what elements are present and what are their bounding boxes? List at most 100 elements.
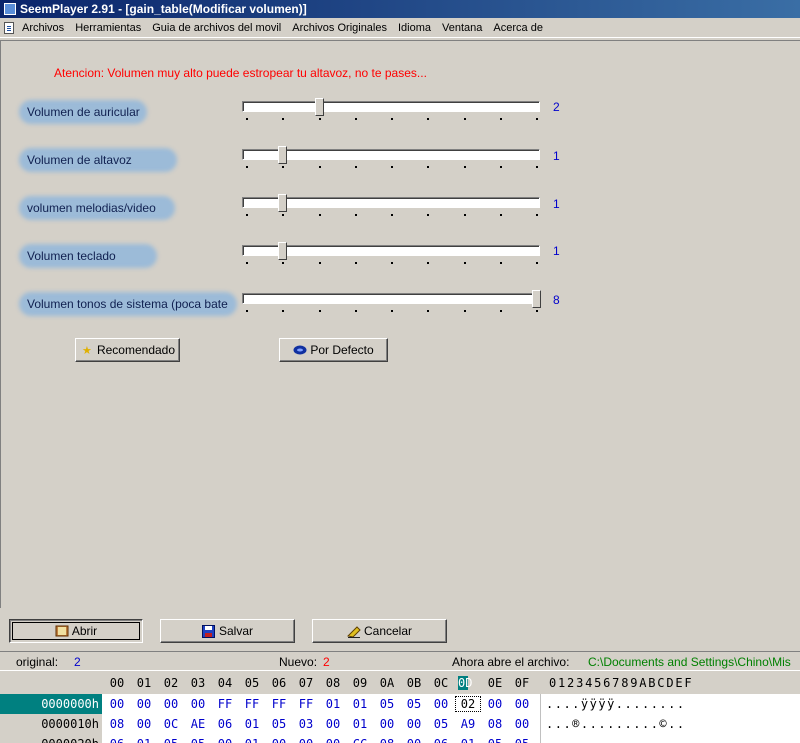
slider-melodias[interactable] xyxy=(242,194,542,218)
hex-byte[interactable]: 03 xyxy=(294,717,318,731)
menu-herramientas[interactable]: Herramientas xyxy=(75,22,141,34)
hex-byte[interactable]: FF xyxy=(213,697,237,711)
recomendado-button[interactable]: ★ Recomendado xyxy=(75,338,180,362)
hex-byte[interactable]: 05 xyxy=(483,737,507,743)
por-defecto-button[interactable]: Por Defecto xyxy=(279,338,388,362)
hex-byte[interactable]: 00 xyxy=(321,737,345,743)
hex-byte[interactable]: 00 xyxy=(402,737,426,743)
hex-column-header: 0D xyxy=(458,676,473,690)
slider-tonos-sistema[interactable] xyxy=(242,290,542,314)
hex-byte[interactable]: FF xyxy=(267,697,291,711)
menu-archivos[interactable]: Archivos xyxy=(22,22,64,34)
hex-byte[interactable]: 01 xyxy=(240,717,264,731)
hex-byte[interactable]: 02 xyxy=(455,696,481,712)
slider-tick xyxy=(246,310,248,312)
slider-tick xyxy=(354,262,357,264)
hex-ascii: ...®.........©.. xyxy=(546,717,686,731)
hex-byte[interactable]: 01 xyxy=(456,737,480,743)
hex-byte[interactable]: 01 xyxy=(240,737,264,743)
hex-column-header: 04 xyxy=(217,676,233,690)
slider-thumb[interactable] xyxy=(314,98,324,116)
hex-byte[interactable]: 01 xyxy=(132,737,156,743)
slider-thumb[interactable] xyxy=(278,194,288,212)
hex-byte[interactable]: 00 xyxy=(132,697,156,711)
slider-thumb[interactable] xyxy=(532,290,541,308)
hex-byte[interactable]: 06 xyxy=(213,717,237,731)
window-title: SeemPlayer 2.91 - [gain_table(Modificar … xyxy=(20,2,307,16)
hex-byte[interactable]: 00 xyxy=(294,737,318,743)
hex-byte[interactable]: 01 xyxy=(348,697,372,711)
slider-label-auricular: Volumen de auricular xyxy=(19,100,239,124)
hex-byte[interactable]: 05 xyxy=(510,737,534,743)
hex-byte[interactable]: 00 xyxy=(510,697,534,711)
slider-thumb[interactable] xyxy=(278,146,288,164)
slider-thumb[interactable] xyxy=(278,242,288,260)
hex-byte[interactable]: 08 xyxy=(483,717,507,731)
menu-guia-archivos[interactable]: Guia de archivos del movil xyxy=(152,22,281,34)
hex-byte[interactable]: 00 xyxy=(213,737,237,743)
hex-column-header: 07 xyxy=(298,676,314,690)
hex-column-header: 02 xyxy=(163,676,179,690)
hex-byte[interactable]: 00 xyxy=(429,697,453,711)
hex-byte[interactable]: 00 xyxy=(105,697,129,711)
hex-byte[interactable]: 05 xyxy=(375,697,399,711)
hex-byte[interactable]: FF xyxy=(294,697,318,711)
hex-divider xyxy=(540,734,541,743)
hex-byte[interactable]: 05 xyxy=(429,717,453,731)
menu-idioma[interactable]: Idioma xyxy=(398,22,431,34)
hex-byte[interactable]: 01 xyxy=(348,717,372,731)
hex-address: 0000010h xyxy=(0,714,102,734)
hex-byte[interactable]: 00 xyxy=(483,697,507,711)
hex-editor[interactable]: 00 01 02 03 04 05 06 07 08 09 0A 0B 0C 0D 0E 0F 01234567… xyxy=(0,673,800,743)
hex-byte[interactable]: 08 xyxy=(105,717,129,731)
app-icon xyxy=(4,3,16,15)
slider-tick xyxy=(536,214,538,216)
menu-archivos-originales[interactable]: Archivos Originales xyxy=(292,22,387,34)
hex-byte[interactable]: 0C xyxy=(159,717,183,731)
slider-tick xyxy=(536,262,538,264)
hex-byte[interactable]: 00 xyxy=(186,697,210,711)
slider-tick xyxy=(354,118,357,120)
hex-byte[interactable]: 05 xyxy=(186,737,210,743)
hex-byte[interactable]: 06 xyxy=(105,737,129,743)
hex-byte[interactable]: 00 xyxy=(159,697,183,711)
slider-teclado[interactable] xyxy=(242,242,542,266)
ascii-header: 0123456789ABCDEF xyxy=(549,676,694,690)
slider-tick xyxy=(427,166,430,168)
hex-byte[interactable]: 00 xyxy=(321,717,345,731)
slider-label-tonos-sistema: Volumen tonos de sistema (poca bate xyxy=(19,292,239,316)
hex-byte[interactable]: 05 xyxy=(267,717,291,731)
hex-byte[interactable]: 08 xyxy=(375,737,399,743)
slider-tick xyxy=(282,166,285,168)
hex-byte[interactable]: 01 xyxy=(321,697,345,711)
hex-byte[interactable]: 05 xyxy=(159,737,183,743)
document-icon[interactable] xyxy=(4,21,14,34)
hex-byte[interactable]: A9 xyxy=(456,717,480,731)
hex-divider xyxy=(540,714,541,734)
hex-ascii: ....ÿÿÿÿ........ xyxy=(546,697,686,711)
hex-byte[interactable]: 00 xyxy=(375,717,399,731)
hex-byte[interactable]: AE xyxy=(186,717,210,731)
slider-tick xyxy=(391,118,393,120)
slider-altavoz[interactable] xyxy=(242,146,542,170)
salvar-button[interactable]: Salvar xyxy=(160,619,295,643)
hex-byte[interactable]: 05 xyxy=(402,697,426,711)
menu-acerca-de[interactable]: Acerca de xyxy=(493,22,543,34)
hex-byte[interactable]: 00 xyxy=(510,717,534,731)
hex-column-header: 08 xyxy=(325,676,341,690)
menu-ventana[interactable]: Ventana xyxy=(442,22,482,34)
slider-tick xyxy=(427,118,430,120)
hex-byte[interactable]: FF xyxy=(240,697,264,711)
slider-auricular[interactable] xyxy=(242,98,542,122)
hex-byte[interactable]: 06 xyxy=(429,737,453,743)
slider-track xyxy=(242,293,540,304)
hex-byte[interactable]: CC xyxy=(348,737,372,743)
hex-byte[interactable]: 00 xyxy=(132,717,156,731)
abrir-button[interactable]: Abrir xyxy=(9,619,143,643)
hex-column-header: 0F xyxy=(514,676,530,690)
hex-byte[interactable]: 00 xyxy=(402,717,426,731)
slider-tick xyxy=(536,118,538,120)
hex-address: 0000020h xyxy=(0,734,102,743)
cancelar-button[interactable]: Cancelar xyxy=(312,619,447,643)
hex-byte[interactable]: 00 xyxy=(267,737,291,743)
